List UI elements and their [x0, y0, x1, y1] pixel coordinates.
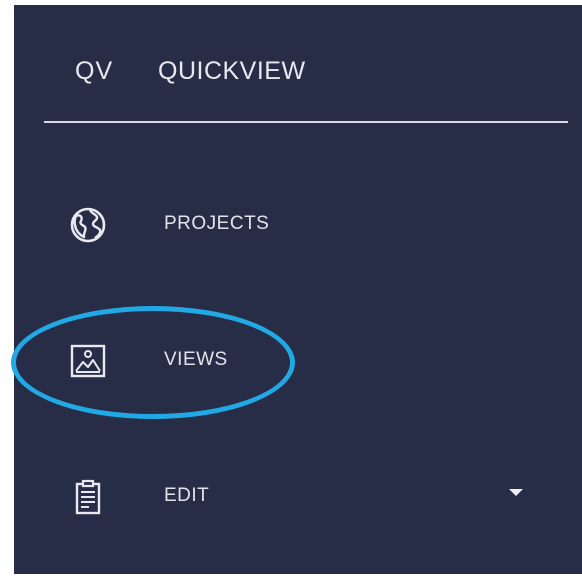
sidebar-item-edit[interactable]: EDIT	[14, 462, 582, 532]
brand-name: QUICKVIEW	[158, 57, 306, 85]
sidebar-item-label: EDIT	[164, 485, 210, 506]
brand-header[interactable]: QV QUICKVIEW	[14, 5, 582, 123]
globe-icon	[68, 205, 108, 245]
highlight-ring	[11, 306, 295, 419]
chevron-down-icon[interactable]	[509, 489, 523, 496]
header-divider	[44, 121, 568, 123]
sidebar-item-projects[interactable]: PROJECTS	[14, 190, 582, 260]
clipboard-icon	[68, 477, 108, 517]
sidebar: QV QUICKVIEW PROJECTS VIEWS EDIT	[14, 5, 582, 574]
brand-abbreviation: QV	[75, 57, 114, 85]
sidebar-item-label: PROJECTS	[164, 213, 270, 234]
